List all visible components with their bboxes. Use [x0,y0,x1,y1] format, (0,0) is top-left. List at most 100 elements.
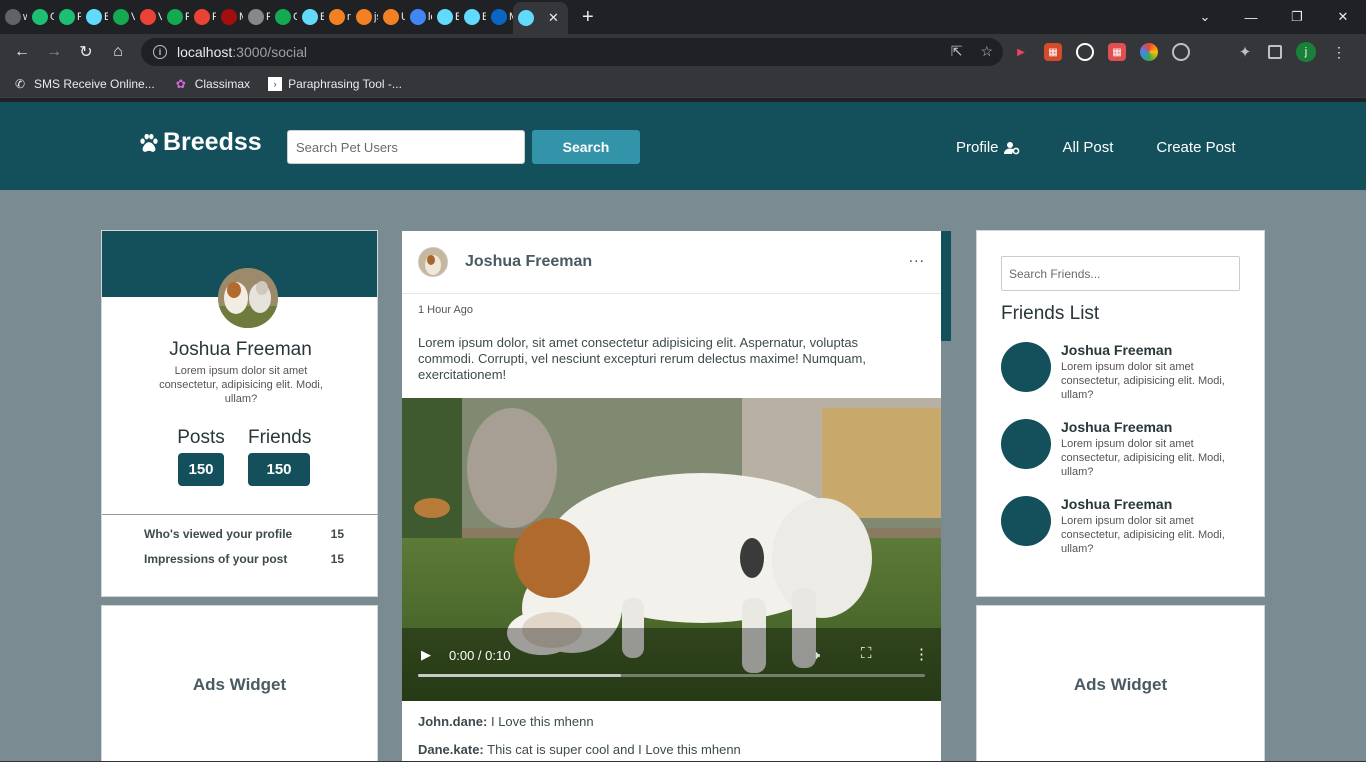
friend-item[interactable]: Joshua Freeman Lorem ipsum dolor sit ame… [1001,342,1251,404]
browser-tab[interactable]: Ve [108,0,135,34]
profile-views-row[interactable]: Who's viewed your profile 15 [144,527,344,541]
friend-item[interactable]: Joshua Freeman Lorem ipsum dolor sit ame… [1001,496,1251,558]
browser-tab-active[interactable]: ✕ [513,2,568,34]
bookmark-classimax[interactable]: ✿ Classimax [173,76,250,92]
browser-tab[interactable]: Re [243,0,270,34]
extension-arrow-icon[interactable]: ▶ [1012,43,1030,61]
impressions-row[interactable]: Impressions of your post 15 [144,552,344,566]
reload-icon[interactable]: ↻ [70,42,102,62]
lotus-icon: ✿ [175,76,186,91]
friends-list-title: Friends List [1001,303,1100,324]
video-progress-track[interactable] [418,674,925,677]
bookmark-star-icon[interactable]: ☆ [980,43,993,60]
browser-tab[interactable]: Us [378,0,405,34]
bookmark-label: Paraphrasing Tool -... [288,76,402,91]
tab-search-icon[interactable]: ⌄ [1182,9,1228,25]
browser-tab[interactable]: Pa [189,0,216,34]
friend-item[interactable]: Joshua Freeman Lorem ipsum dolor sit ame… [1001,419,1251,481]
posts-count-badge: 150 [178,453,224,486]
browser-profile-avatar[interactable]: j [1296,42,1316,62]
nav-all-post[interactable]: All Post [1063,139,1114,156]
share-icon[interactable]: ⇱ [951,43,963,60]
browser-menu-icon[interactable]: ⋮ [1330,43,1348,61]
browser-tab[interactable]: loc [405,0,432,34]
comment-user[interactable]: Dane.kate: [418,742,484,757]
comment-user[interactable]: John.dane: [418,714,487,729]
bookmark-label: Classimax [194,76,251,91]
forward-icon[interactable]: → [38,43,70,61]
browser-tab[interactable]: ww [0,0,27,34]
side-panel-icon[interactable] [1268,45,1282,59]
friend-avatar[interactable] [1001,342,1051,392]
restore-icon[interactable]: ❐ [1274,9,1320,25]
bookmark-sms[interactable]: ✆ SMS Receive Online... [12,76,155,92]
extension-grid-icon[interactable]: ▦ [1108,43,1126,61]
url-host: localhost [177,44,233,60]
back-icon[interactable]: ← [6,43,38,61]
bookmark-label: SMS Receive Online... [34,76,155,91]
post-author-avatar[interactable] [418,247,448,277]
browser-tab[interactable]: Gi [27,0,54,34]
friend-name[interactable]: Joshua Freeman [1061,342,1172,358]
avatar-image [419,248,447,276]
address-url: localhost:3000/social [177,44,307,60]
close-tab-icon[interactable]: ✕ [548,10,559,26]
home-icon[interactable]: ⌂ [102,43,134,61]
browser-tab[interactable]: Bre [432,0,459,34]
site-header: Breedss Search Profile All Post Create P… [0,102,1366,190]
post-timestamp: 1 Hour Ago [418,304,474,316]
friends-count-badge: 150 [248,453,310,486]
bookmarks-bar: ✆ SMS Receive Online... ✿ Classimax › Pa… [0,70,1366,98]
search-friends-input[interactable] [1001,256,1240,291]
minimize-icon[interactable]: — [1228,10,1274,25]
volume-icon[interactable]: 🕨 [812,647,820,663]
browser-tab[interactable]: Clc [270,0,297,34]
post-video[interactable]: ▶ 0:00 / 0:10 🕨 ⛶ ⋮ [402,398,941,701]
friend-name[interactable]: Joshua Freeman [1061,496,1172,512]
extension-circle-icon[interactable] [1076,43,1094,61]
friend-avatar[interactable] [1001,419,1051,469]
site-info-icon[interactable]: i [153,45,167,59]
friends-stat[interactable]: Friends 150 [248,427,311,486]
browser-tab[interactable]: Ve [135,0,162,34]
posts-stat[interactable]: Posts 150 [170,427,232,486]
post-author-name[interactable]: Joshua Freeman [465,253,592,271]
react-icon [302,9,318,25]
browser-tab[interactable]: Re [162,0,189,34]
address-bar[interactable]: i localhost:3000/social ⇱ ☆ [141,38,1003,66]
browser-tab[interactable]: Mc [216,0,243,34]
nav-all-post-label: All Post [1062,139,1114,156]
friends-card: Friends List Joshua Freeman Lorem ipsum … [976,230,1265,597]
extension-target-icon[interactable] [1172,43,1190,61]
profile-avatar[interactable] [218,268,278,328]
browser-tab[interactable]: Bre [81,0,108,34]
play-icon[interactable]: ▶ [421,647,431,663]
video-menu-icon[interactable]: ⋮ [914,645,929,663]
window-controls: ⌄ — ❐ ✕ [1182,0,1366,34]
site-logo[interactable]: Breedss [138,128,262,157]
extension-blank-icon[interactable] [1204,43,1222,61]
react-icon [86,9,102,25]
browser-tab[interactable]: Bre [297,0,324,34]
more-options-icon[interactable]: ... [909,249,925,267]
close-window-icon[interactable]: ✕ [1320,9,1366,25]
fullscreen-icon[interactable]: ⛶ [861,645,872,662]
search-pet-users-input[interactable] [287,130,525,164]
extensions-puzzle-icon[interactable]: ✦ [1236,43,1254,61]
browser-tab[interactable]: Bre [459,0,486,34]
nav-create-post[interactable]: Create Post [1156,139,1235,156]
bookmark-paraphrasing[interactable]: › Paraphrasing Tool -... [268,76,402,91]
extension-calendar-icon[interactable]: ▦ [1044,43,1062,61]
new-tab-icon[interactable]: + [582,6,594,29]
friend-avatar[interactable] [1001,496,1051,546]
nav-profile[interactable]: Profile [956,139,1020,156]
browser-tab[interactable]: jso [351,0,378,34]
post-scrollbar[interactable] [941,231,951,341]
browser-tab[interactable]: Fiv [54,0,81,34]
friend-name[interactable]: Joshua Freeman [1061,419,1172,435]
friend-bio: Lorem ipsum dolor sit amet consectetur, … [1061,438,1225,478]
extension-color-icon[interactable] [1140,43,1158,61]
browser-tab[interactable]: no [324,0,351,34]
search-button[interactable]: Search [532,130,640,164]
browser-tab[interactable]: Mc [486,0,513,34]
